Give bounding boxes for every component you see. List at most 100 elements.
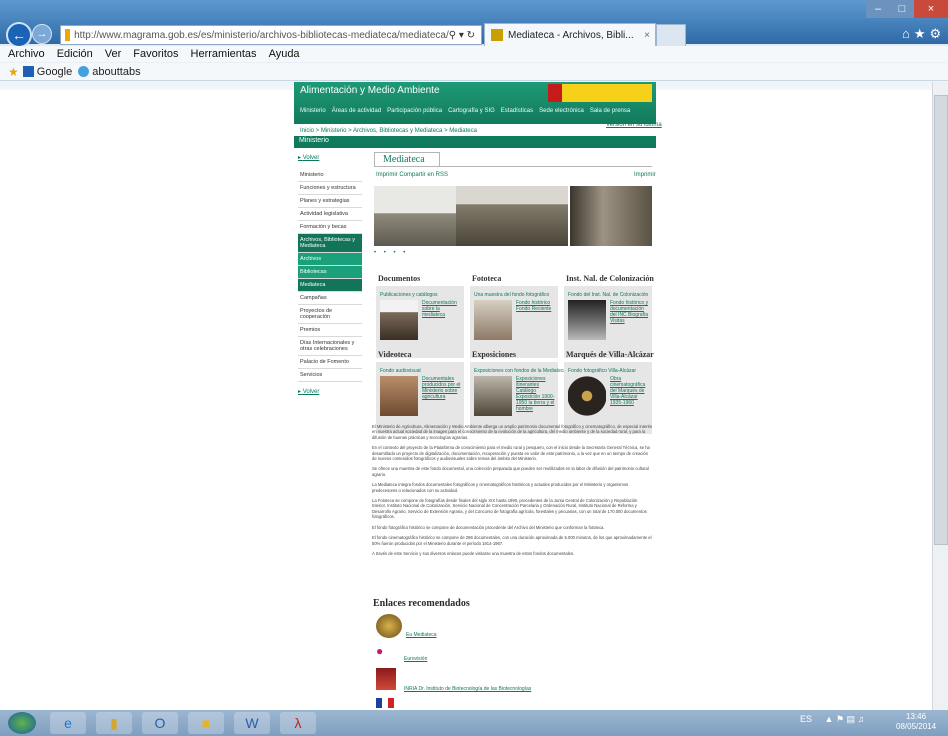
sidebar-back-link-bottom[interactable]: ▸ Volver [298, 388, 362, 395]
menu-herramientas[interactable]: Herramientas [191, 48, 257, 60]
card-image [568, 300, 606, 340]
sidebar-item-archivos[interactable]: Archivos [298, 253, 362, 266]
close-icon: × [927, 3, 935, 15]
favorites-star-icon[interactable]: ★ [8, 65, 19, 79]
card-subtitle[interactable]: Fondo audiovisual [380, 368, 421, 374]
intro-paragraph: El fondo cinematográfico histórico se co… [372, 535, 652, 546]
word-taskbar-icon[interactable]: W [234, 712, 270, 734]
topnav-ministerio[interactable]: Ministerio [300, 108, 326, 114]
card-subtitle[interactable]: Publicaciones y catálogos [380, 292, 438, 298]
favorite-google[interactable]: Google [37, 66, 72, 78]
enlace-logo-1[interactable] [376, 614, 402, 638]
card-link[interactable]: Obra cinematográfica del Marqués de Vill… [610, 376, 650, 406]
search-icon[interactable]: ⚲ ▾ ↻ [449, 30, 475, 41]
card-link[interactable]: Documentación sobre la mediateca [422, 300, 462, 318]
ministry-logo[interactable] [548, 84, 652, 102]
topnav-sede[interactable]: Sede electrónica [539, 108, 584, 114]
enlace-logo-3[interactable] [376, 668, 396, 690]
sidebar-item-campanas[interactable]: Campañas [298, 292, 362, 305]
card-title-colonizacion[interactable]: Inst. Nal. de Colonización [566, 274, 654, 283]
forward-button[interactable]: → [32, 24, 52, 44]
sidebar-item-bibliotecas[interactable]: Bibliotecas [298, 266, 362, 279]
breadcrumb[interactable]: Inicio > Ministerio > Archivos, Bibliote… [300, 128, 477, 134]
menu-edicion[interactable]: Edición [57, 48, 93, 60]
menu-archivo[interactable]: Archivo [8, 48, 45, 60]
card-link[interactable]: Fondo histórico y documentación del INC … [610, 300, 650, 324]
card-title-exposiciones[interactable]: Exposiciones [472, 350, 516, 359]
sidebar-item-formacion[interactable]: Formación y becas [298, 221, 362, 234]
page-tools[interactable]: Imprimir Compartir en RSS [376, 172, 448, 178]
card-link[interactable]: Exposiciones itinerantes Catálogo Exposi… [516, 376, 556, 412]
card-subtitle[interactable]: Una muestra del fondo fotográfico [474, 292, 549, 298]
toolbar-icons: ⌂★⚙ [902, 26, 945, 42]
hero-photo-3 [570, 186, 652, 246]
scrollbar-thumb[interactable] [934, 95, 948, 545]
menu-favoritos[interactable]: Favoritos [133, 48, 178, 60]
minimize-button[interactable]: – [866, 0, 890, 18]
enlace-link-3[interactable]: INRIA Dr. Instituto de Biotecnología de … [404, 686, 531, 692]
arrow-left-icon: ← [12, 27, 26, 43]
sidebar-item-ministerio[interactable]: Ministerio [298, 169, 362, 182]
section-bar: Ministerio [294, 136, 656, 148]
card-image [380, 300, 418, 340]
address-bar[interactable]: http://www.magrama.gob.es/es/ministerio/… [60, 25, 482, 45]
back-button[interactable]: ← [6, 22, 32, 48]
enlace-logo-4[interactable] [376, 698, 394, 708]
card-title-fototeca[interactable]: Fototeca [472, 274, 501, 283]
gear-icon[interactable]: ⚙ [930, 26, 946, 41]
card-title-villa-alcazar[interactable]: Marqués de Villa-Alcázar [566, 350, 654, 359]
close-window-button[interactable]: × [914, 0, 948, 18]
sidebar-item-archivos-bibliotecas[interactable]: Archivos, Bibliotecas y Mediateca [298, 234, 362, 253]
enlace-logo-2[interactable]: ● [376, 644, 406, 662]
tab-mediateca-label: Mediateca [383, 154, 425, 165]
sidebar-item-legislativa[interactable]: Actividad legislativa [298, 208, 362, 221]
sidebar-item-planes[interactable]: Planes y estrategias [298, 195, 362, 208]
sidebar-item-mediateca[interactable]: Mediateca [298, 279, 362, 292]
sidebar-item-palacio[interactable]: Palacio de Fomento [298, 356, 362, 369]
explorer-taskbar-icon[interactable]: ▮ [96, 712, 132, 734]
home-icon[interactable]: ⌂ [902, 26, 914, 41]
ie-taskbar-icon[interactable]: e [50, 712, 86, 734]
card-link[interactable]: Documentales producidos por el Ministeri… [422, 376, 462, 400]
card-link[interactable]: Fondo histórico Fondo Reciente [516, 300, 556, 312]
maximize-button[interactable]: □ [890, 0, 914, 18]
sidebar-back-label: Volver [302, 155, 320, 161]
print-link[interactable]: Imprimir [634, 172, 656, 178]
sidebar-item-cooperacion[interactable]: Proyectos de cooperación [298, 305, 362, 324]
folder-taskbar-icon[interactable]: ■ [188, 712, 224, 734]
tray-icons[interactable]: ▲ ⚑ ▤ ♫ [825, 714, 865, 724]
acrobat-taskbar-icon[interactable]: λ [280, 712, 316, 734]
enlace-link-2[interactable]: Eurovisión [404, 656, 427, 662]
outlook-taskbar-icon[interactable]: O [142, 712, 178, 734]
topnav-estadisticas[interactable]: Estadísticas [501, 108, 533, 114]
topnav-areas[interactable]: Áreas de actividad [332, 108, 381, 114]
menu-ver[interactable]: Ver [105, 48, 122, 60]
tab-mediateca[interactable]: Mediateca [374, 152, 440, 167]
sidebar-item-dias[interactable]: Días Internacionales y otras celebracion… [298, 337, 362, 356]
topnav-cartografia[interactable]: Cartografía y SIG [448, 108, 495, 114]
card-subtitle[interactable]: Fondo fotográfico Villa-Alcázar [568, 368, 636, 374]
sidebar-item-servicios[interactable]: Servicios [298, 369, 362, 382]
language-indicator[interactable]: ES [800, 714, 812, 724]
sidebar-item-premios[interactable]: Premios [298, 324, 362, 337]
topnav-prensa[interactable]: Sala de prensa [590, 108, 630, 114]
card-subtitle[interactable]: Fondo del Inst. Nal. de Colonización [568, 292, 648, 298]
version-link[interactable]: Versión en su idioma [606, 122, 662, 128]
favorites-star-icon[interactable]: ★ [914, 26, 930, 41]
card-title-videoteca[interactable]: Videoteca [378, 350, 411, 359]
card-title-documentos[interactable]: Documentos [378, 274, 420, 283]
menu-ayuda[interactable]: Ayuda [269, 48, 300, 60]
card-subtitle[interactable]: Exposiciones con fondos de la Mediateca [474, 368, 566, 374]
system-tray[interactable]: ES ▲ ⚑ ▤ ♫ [800, 714, 864, 725]
sidebar-back-link[interactable]: ▸ Volver [298, 154, 362, 161]
start-button[interactable] [8, 712, 36, 734]
close-tab-icon[interactable]: × [644, 30, 650, 41]
favorite-abouttabs[interactable]: abouttabs [92, 66, 140, 78]
clock[interactable]: 13:46 08/05/2014 [896, 712, 936, 732]
sidebar-item-funciones[interactable]: Funciones y estructura [298, 182, 362, 195]
enlace-link-1[interactable]: Eu Mediateca [406, 632, 437, 638]
browser-tab[interactable]: Mediateca - Archivos, Bibli... × [484, 23, 656, 46]
new-tab-button[interactable] [656, 24, 686, 47]
topnav-participacion[interactable]: Participación pública [387, 108, 442, 114]
slider-dots[interactable]: • • • • [374, 250, 408, 256]
